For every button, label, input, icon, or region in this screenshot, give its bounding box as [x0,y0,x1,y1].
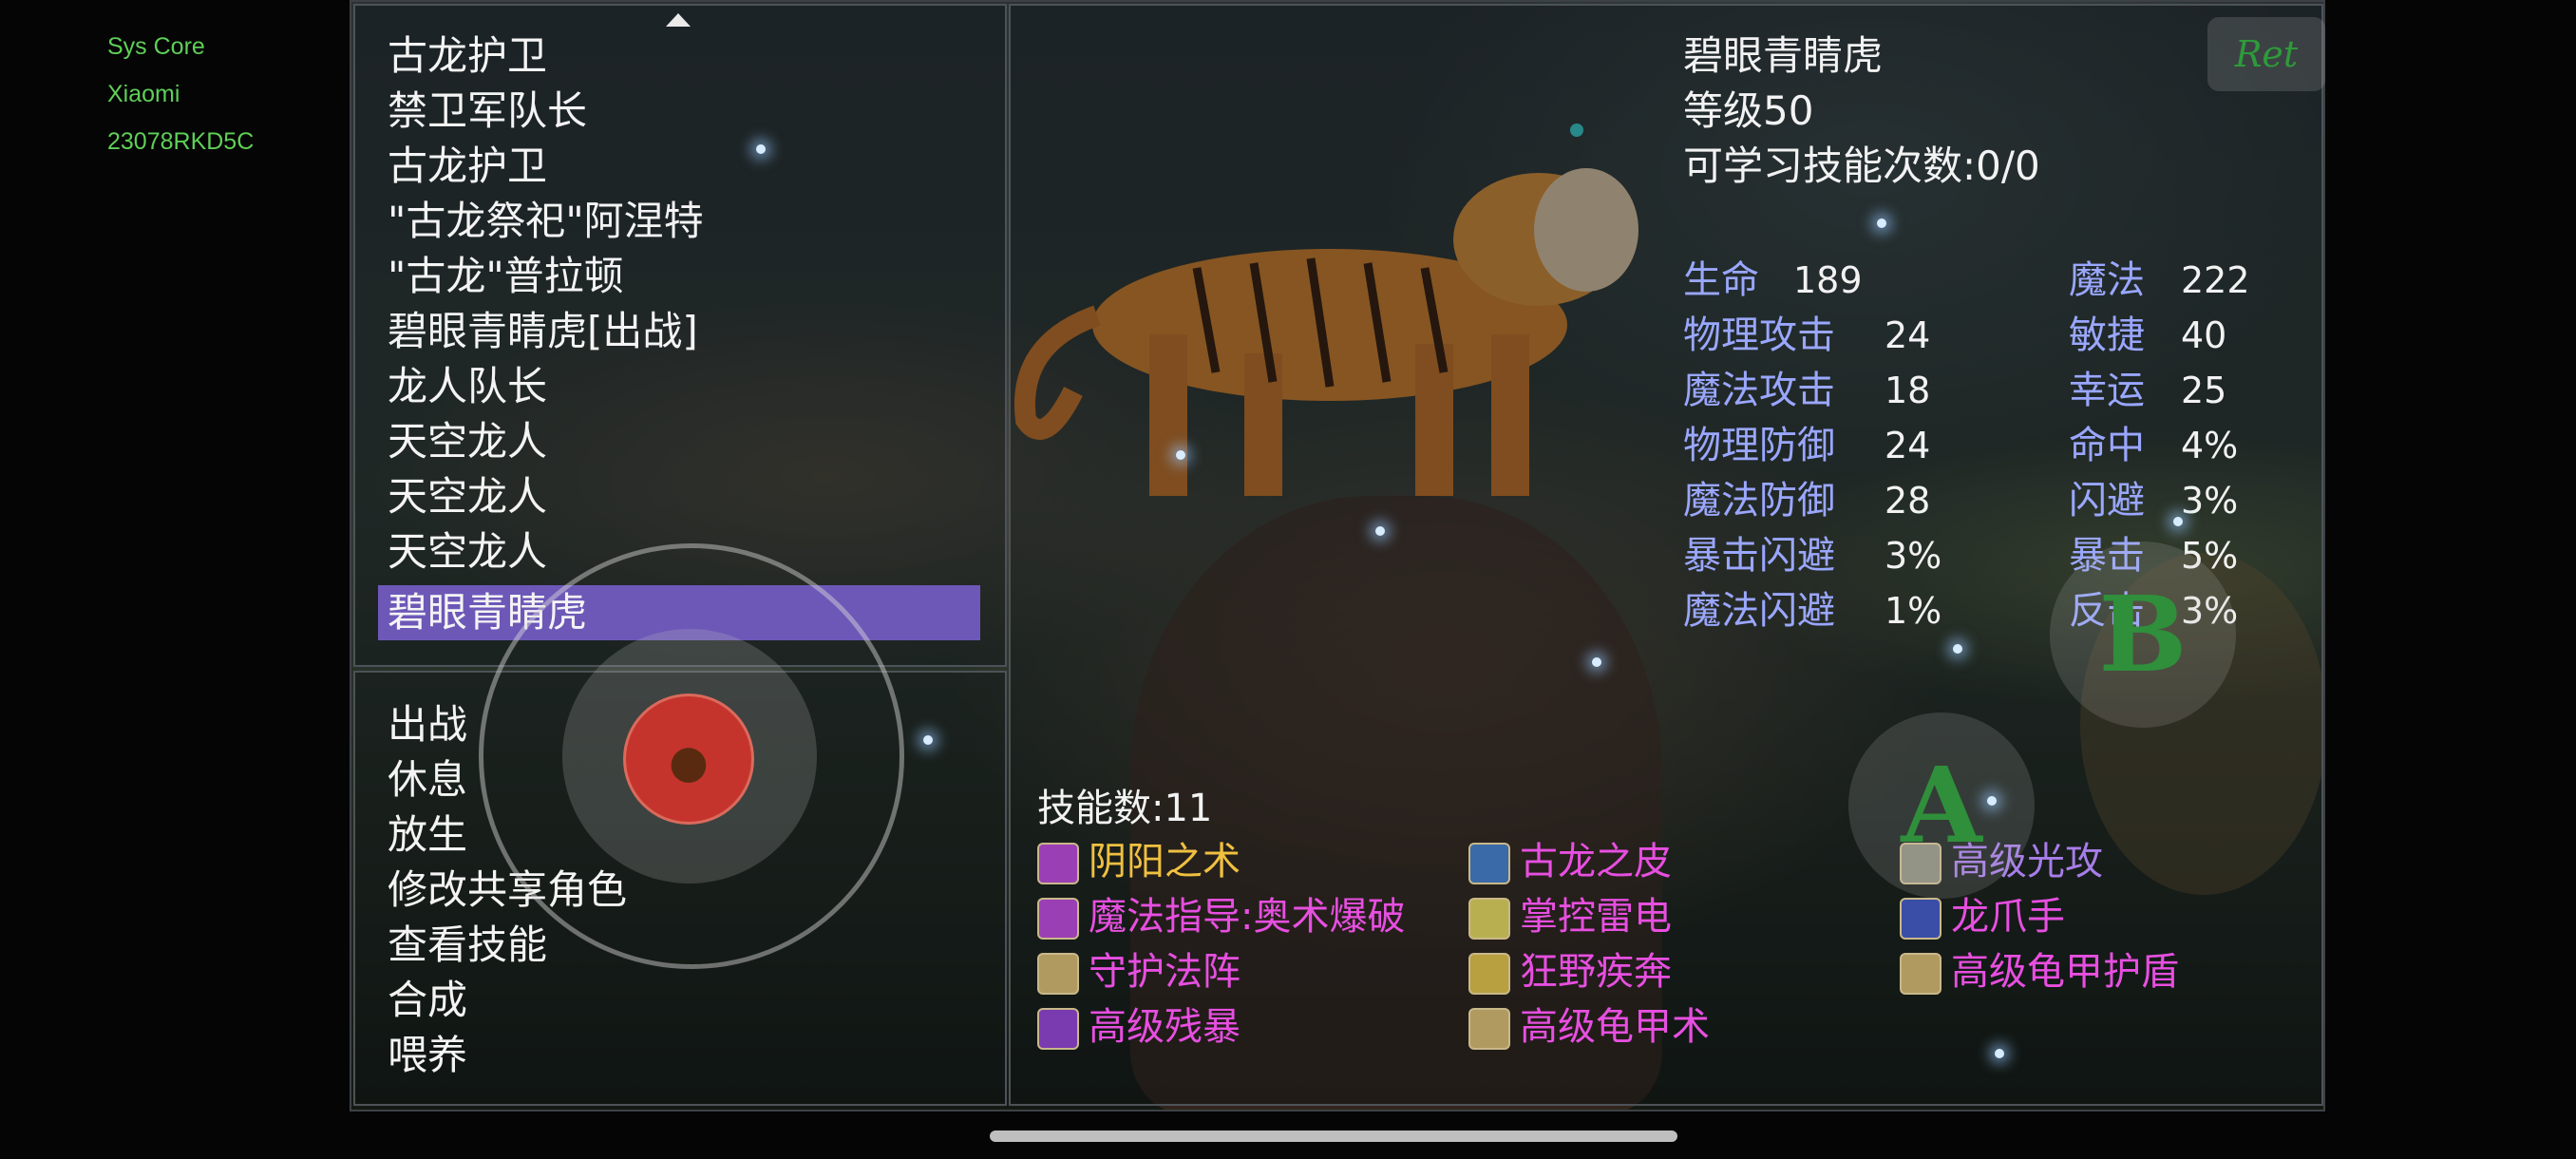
stat-label: 幸运 [2069,369,2145,412]
skill-label: 掌控雷电 [1520,895,1672,939]
device-model-label: 23078RKD5C [107,128,255,155]
stat-value: 222 [2181,259,2250,301]
device-brand-label: Xiaomi [107,81,180,107]
scroll-up-icon[interactable] [666,13,691,27]
pet-list-item[interactable]: 碧眼青睛虎[出战] [388,304,698,359]
stat-value: 40 [2181,314,2227,356]
pet-list-item[interactable]: 古龙护卫 [388,28,547,84]
yin-yang-icon [1037,843,1079,884]
pet-list-item[interactable]: 天空龙人 [388,524,547,580]
sparkle-effect [1953,644,1962,654]
sparkle-effect [1592,657,1601,667]
guard-circle-icon [1037,953,1079,995]
stat-label: 命中 [2069,424,2145,467]
sparkle-effect [756,144,766,154]
stat-value: 24 [1885,425,1931,466]
dragon-skin-icon [1468,843,1510,884]
stat-value: 189 [1793,259,1863,301]
sparkle-effect [1877,218,1886,228]
stat-label: 暴击闪避 [1683,534,1835,578]
skill-label: 狂野疾奔 [1520,950,1672,994]
return-button[interactable]: Ret [2207,17,2325,91]
skill-label: 古龙之皮 [1520,840,1672,884]
pet-list-item[interactable]: "古龙"普拉顿 [388,249,624,304]
learnable-skill-count: 可学习技能次数:0/0 [1683,142,2040,189]
stat-value: 28 [1885,480,1931,522]
action-deploy[interactable]: 出战 [388,697,467,752]
sparkle-effect [1375,526,1385,536]
system-info: Sys Core Xiaomi 23078RKD5C [107,23,254,165]
stat-label: 魔法攻击 [1683,369,1835,412]
pet-level: 等级50 [1683,87,1814,134]
stat-value: 24 [1885,314,1931,356]
action-view-skills[interactable]: 查看技能 [388,918,547,973]
sparkle-effect [1995,1049,2004,1058]
pet-list-item[interactable]: 天空龙人 [388,469,547,524]
turtle-shell-icon [1468,1008,1510,1050]
stat-value: 1% [1885,590,1942,632]
stat-value: 4% [2181,425,2239,466]
sparkle-effect [923,735,933,745]
skill-label: 龙爪手 [1951,895,2065,939]
pet-list-item[interactable]: 禁卫军队长 [388,84,587,139]
action-release[interactable]: 放生 [388,808,467,863]
stat-label: 物理防御 [1683,424,1835,467]
action-feed[interactable]: 喂养 [388,1028,467,1083]
stat-value: 3% [1885,535,1942,577]
stat-label: 生命 [1683,258,1759,302]
skill-label: 高级龟甲术 [1520,1005,1710,1049]
wild-dash-icon [1468,953,1510,995]
turtle-shield-icon [1900,953,1941,995]
action-combine[interactable]: 合成 [388,973,467,1028]
skill-label: 高级龟甲护盾 [1951,950,2179,994]
lightning-icon [1468,898,1510,940]
pet-list-item[interactable]: 天空龙人 [388,414,547,469]
stat-value: 18 [1885,370,1931,411]
b-button[interactable]: B [2050,542,2236,728]
arcane-guide-icon [1037,898,1079,940]
skill-label: 阴阳之术 [1089,840,1241,884]
stat-label: 敏捷 [2069,314,2145,357]
sys-core-label: Sys Core [107,33,205,60]
pet-name: 碧眼青睛虎 [1683,32,1884,79]
skill-label: 高级残暴 [1089,1005,1241,1049]
a-button[interactable]: A [1848,712,2035,899]
skill-count: 技能数:11 [1037,787,1213,830]
home-indicator[interactable] [990,1130,1677,1142]
dragon-claw-icon [1900,898,1941,940]
stat-label: 闪避 [2069,479,2145,522]
stat-label: 魔法闪避 [1683,589,1835,633]
stat-label: 魔法 [2069,258,2145,302]
stat-label: 魔法防御 [1683,479,1835,522]
pet-list-item[interactable]: "古龙祭祀"阿涅特 [388,194,704,249]
skill-label: 守护法阵 [1089,950,1241,994]
sparkle-effect [1987,796,1997,806]
pet-list-item[interactable]: 龙人队长 [388,359,547,414]
stat-label: 物理攻击 [1683,314,1835,357]
sparkle-effect [1176,450,1185,460]
action-rest[interactable]: 休息 [388,752,467,808]
pet-list-item[interactable]: 古龙护卫 [388,139,547,194]
joystick-knob-avatar-icon[interactable]: ● [623,694,754,825]
sparkle-effect [2173,517,2183,526]
brutality-icon [1037,1008,1079,1050]
stat-value: 3% [2181,480,2239,522]
skill-label: 魔法指导:奥术爆破 [1089,895,1406,939]
stat-value: 25 [2181,370,2227,411]
